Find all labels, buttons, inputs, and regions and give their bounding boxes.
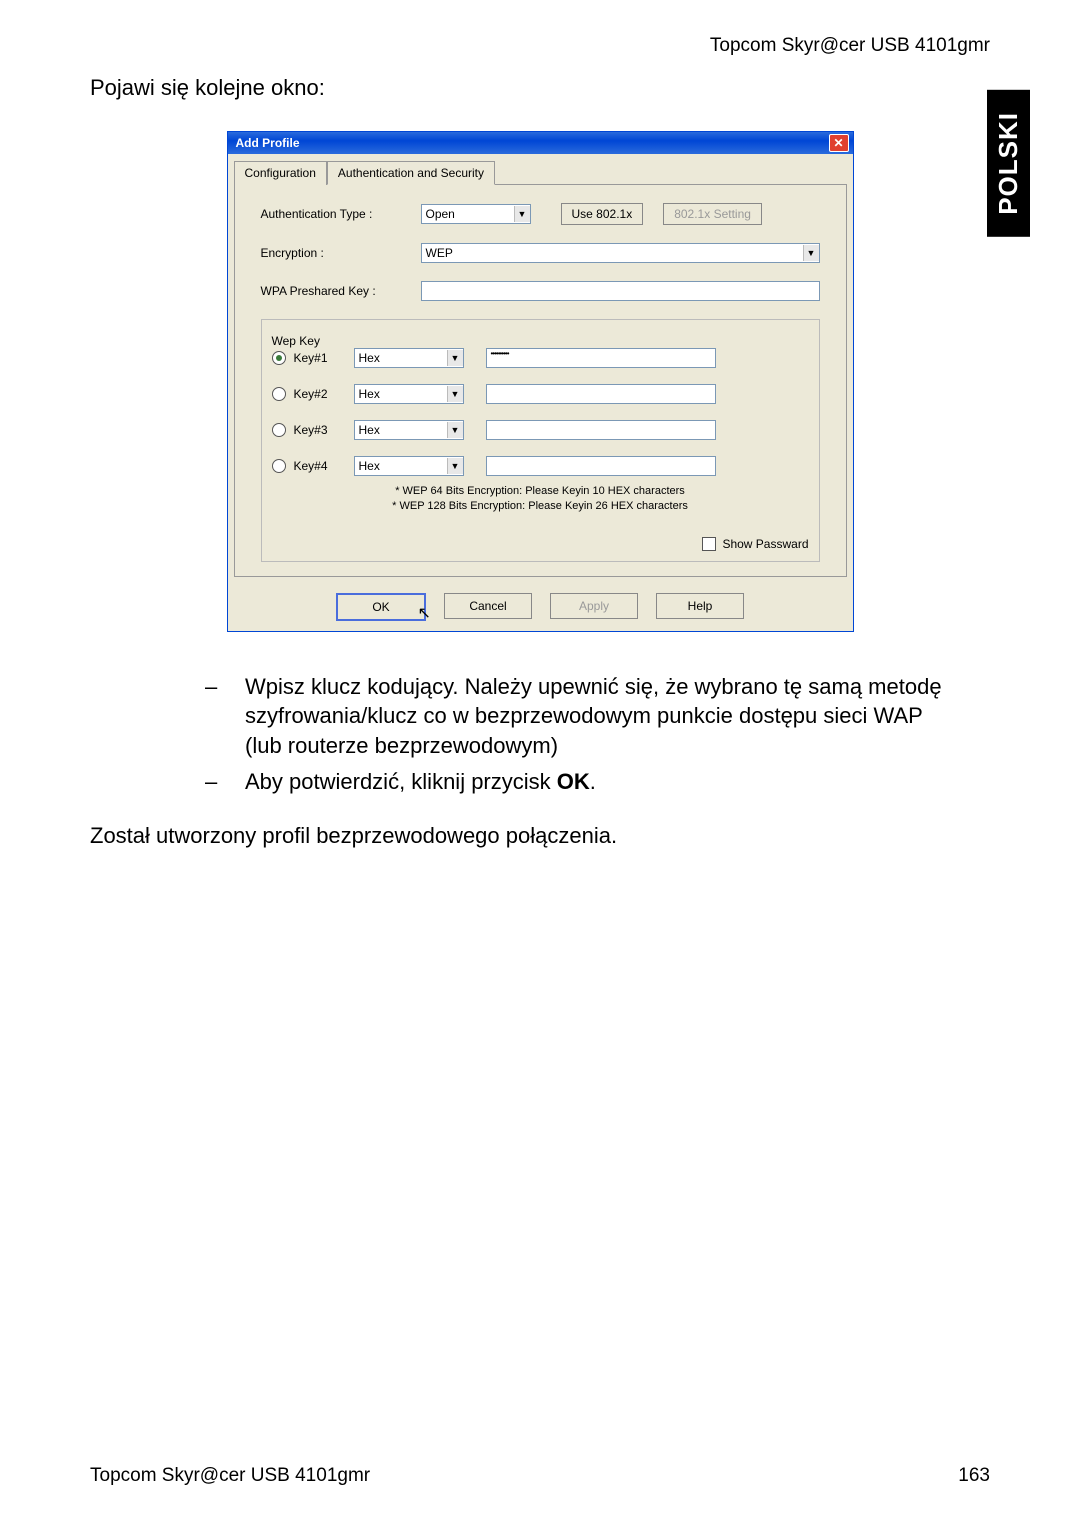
show-password-label: Show Passward — [722, 537, 808, 551]
dialog-titlebar: Add Profile ✕ — [228, 132, 853, 154]
chevron-down-icon: ▼ — [514, 206, 530, 222]
key4-radio[interactable] — [272, 459, 286, 473]
key4-format-value: Hex — [359, 459, 380, 473]
wep-note-1: * WEP 64 Bits Encryption: Please Keyin 1… — [272, 484, 809, 499]
8021x-setting-button: 802.1x Setting — [663, 203, 762, 225]
wep-note-2: * WEP 128 Bits Encryption: Please Keyin … — [272, 499, 809, 514]
bullet-1-text: Wpisz klucz kodujący. Należy upewnić się… — [245, 672, 950, 761]
dialog-title: Add Profile — [236, 136, 300, 150]
key1-format-value: Hex — [359, 351, 380, 365]
bullet-dash: – — [205, 767, 245, 797]
encryption-value: WEP — [426, 246, 453, 260]
page-number: 163 — [958, 1465, 990, 1487]
page-header-product: Topcom Skyr@cer USB 4101gmr — [90, 35, 990, 57]
key1-format-select[interactable]: Hex ▼ — [354, 348, 464, 368]
bullet-dash: – — [205, 672, 245, 761]
wpa-key-input[interactable] — [421, 281, 820, 301]
key2-input[interactable] — [486, 384, 716, 404]
chevron-down-icon: ▼ — [447, 422, 463, 438]
wpa-key-label: WPA Preshared Key : — [261, 284, 421, 298]
language-tab: POLSKI — [987, 90, 1030, 237]
key2-format-select[interactable]: Hex ▼ — [354, 384, 464, 404]
key3-input[interactable] — [486, 420, 716, 440]
auth-security-panel: Authentication Type : Open ▼ Use 802.1x … — [234, 184, 847, 577]
help-button[interactable]: Help — [656, 593, 744, 619]
conclusion-text: Został utworzony profil bezprzewodowego … — [90, 823, 990, 849]
close-button[interactable]: ✕ — [829, 134, 849, 152]
use-8021x-button[interactable]: Use 802.1x — [561, 203, 644, 225]
bullet-2-part-a: Aby potwierdzić, kliknij przycisk — [245, 769, 557, 794]
key2-format-value: Hex — [359, 387, 380, 401]
key3-format-select[interactable]: Hex ▼ — [354, 420, 464, 440]
key2-label: Key#2 — [294, 387, 354, 401]
tab-configuration[interactable]: Configuration — [234, 161, 327, 185]
key3-label: Key#3 — [294, 423, 354, 437]
intro-text: Pojawi się kolejne okno: — [90, 75, 990, 101]
footer-product: Topcom Skyr@cer USB 4101gmr — [90, 1465, 370, 1487]
bullet-2-part-c: . — [590, 769, 596, 794]
chevron-down-icon: ▼ — [447, 386, 463, 402]
wep-notes: * WEP 64 Bits Encryption: Please Keyin 1… — [272, 484, 809, 515]
encryption-select[interactable]: WEP ▼ — [421, 243, 820, 263]
auth-type-select[interactable]: Open ▼ — [421, 204, 531, 224]
key2-radio[interactable] — [272, 387, 286, 401]
chevron-down-icon: ▼ — [447, 458, 463, 474]
key1-radio[interactable] — [272, 351, 286, 365]
close-icon: ✕ — [833, 136, 843, 150]
wep-key-legend: Wep Key — [268, 334, 324, 348]
ok-button[interactable]: OK — [336, 593, 426, 621]
cancel-button[interactable]: Cancel — [444, 593, 532, 619]
wep-key-fieldset: Wep Key Key#1 Hex ▼ •••••••••• Key#2 — [261, 319, 820, 562]
apply-button: Apply — [550, 593, 638, 619]
chevron-down-icon: ▼ — [447, 350, 463, 366]
add-profile-dialog: Add Profile ✕ Configuration Authenticati… — [227, 131, 854, 632]
show-password-checkbox[interactable] — [702, 537, 716, 551]
encryption-label: Encryption : — [261, 246, 421, 260]
tab-auth-security[interactable]: Authentication and Security — [327, 161, 495, 185]
key1-input[interactable]: •••••••••• — [486, 348, 716, 368]
bullet-2-text: Aby potwierdzić, kliknij przycisk OK. — [245, 767, 596, 797]
key4-label: Key#4 — [294, 459, 354, 473]
key4-format-select[interactable]: Hex ▼ — [354, 456, 464, 476]
bullet-2-bold: OK — [557, 769, 590, 794]
key4-input[interactable] — [486, 456, 716, 476]
key3-format-value: Hex — [359, 423, 380, 437]
key1-label: Key#1 — [294, 351, 354, 365]
auth-type-value: Open — [426, 207, 455, 221]
chevron-down-icon: ▼ — [803, 245, 819, 261]
key3-radio[interactable] — [272, 423, 286, 437]
auth-type-label: Authentication Type : — [261, 207, 421, 221]
